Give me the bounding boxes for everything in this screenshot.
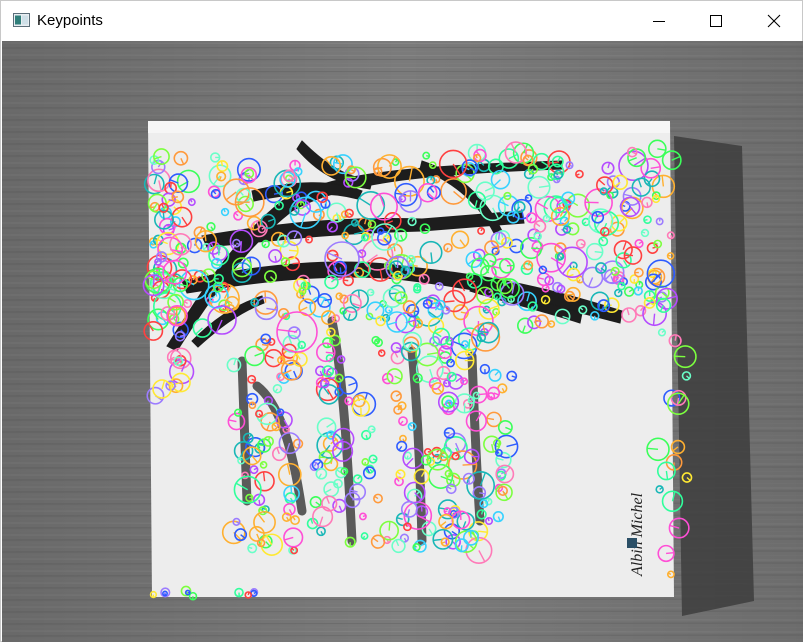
- keypoint-orientation: [426, 154, 430, 157]
- keypoint-orientation: [372, 458, 377, 461]
- opencv-window-icon: [13, 13, 30, 27]
- keypoint-orientation: [545, 215, 549, 219]
- keypoint-orientation: [377, 338, 380, 343]
- keypoint-orientation: [247, 591, 250, 596]
- keypoint-orientation: [281, 240, 285, 247]
- keypoint-orientation: [322, 196, 328, 199]
- keypoint-orientation: [258, 499, 261, 506]
- keypoint-orientation: [396, 346, 401, 350]
- keypoint-orientation: [377, 171, 380, 176]
- keypoints-window: Keypoints Albin Michel: [0, 0, 803, 642]
- keypoint-orientation: [612, 191, 618, 194]
- keypoint-orientation: [487, 498, 490, 502]
- keypoint-orientation: [286, 428, 290, 431]
- close-button[interactable]: [745, 1, 803, 41]
- keypoint-orientation: [179, 334, 185, 338]
- keypoint-orientation: [435, 179, 438, 183]
- keypoint-orientation: [445, 309, 450, 312]
- keypoint-orientation: [495, 296, 498, 300]
- keypoint-orientation: [417, 323, 420, 328]
- keypoint-orientation: [535, 319, 542, 323]
- keypoint-orientation: [497, 232, 501, 240]
- window-title: Keypoints: [37, 12, 103, 29]
- keypoint-orientation: [416, 285, 419, 290]
- keypoint-orientation: [665, 551, 674, 555]
- keypoint-orientation: [638, 281, 641, 285]
- keypoint-orientation: [460, 545, 463, 552]
- keypoint-orientation: [251, 402, 254, 406]
- book-shadow: [674, 136, 754, 616]
- book-author: Albin Michel: [629, 492, 646, 577]
- keypoint-orientation: [344, 234, 349, 237]
- minimize-button[interactable]: [630, 1, 688, 41]
- keypoint-orientation: [444, 300, 455, 303]
- keypoint-orientation: [478, 393, 487, 396]
- keypoint-orientation: [290, 486, 293, 494]
- keypoint-orientation: [261, 343, 268, 347]
- keypoint-orientation: [487, 517, 490, 522]
- minimize-icon: [653, 21, 665, 22]
- book-top-edge: [148, 121, 670, 133]
- keypoints-image: Albin Michel: [2, 41, 803, 642]
- keypoint-orientation: [388, 521, 391, 531]
- maximize-button[interactable]: [687, 1, 745, 41]
- keypoint-orientation: [637, 287, 640, 292]
- keypoint-orientation: [278, 409, 282, 413]
- keypoint-orientation: [594, 250, 603, 254]
- keypoint-orientation: [305, 238, 310, 241]
- keypoint-orientation: [647, 447, 659, 451]
- keypoint-orientation: [643, 218, 648, 222]
- keypoint-orientation: [400, 296, 407, 299]
- keypoint-orientation: [462, 463, 477, 466]
- keypoint-orientation: [404, 266, 407, 271]
- keypoint-orientation: [297, 167, 300, 172]
- keypoint-orientation: [247, 546, 253, 549]
- title-bar[interactable]: Keypoints: [1, 1, 802, 41]
- keypoint-orientation: [566, 293, 574, 296]
- keypoint-orientation: [164, 593, 167, 596]
- keypoint-orientation: [152, 274, 155, 286]
- keypoint-orientation: [548, 322, 552, 325]
- keypoint-orientation: [525, 196, 529, 199]
- close-icon: [767, 14, 781, 28]
- keypoint-orientation: [324, 203, 327, 209]
- publisher-logo: [627, 538, 637, 548]
- keypoint-orientation: [397, 275, 403, 277]
- keypoint-orientation: [430, 176, 433, 181]
- keypoint-orientation: [379, 316, 382, 322]
- keypoint-orientation: [289, 249, 298, 252]
- keypoint-orientation: [646, 202, 649, 208]
- keypoint-orientation: [667, 254, 671, 257]
- maximize-icon: [710, 15, 722, 27]
- keypoint-orientation: [479, 492, 486, 495]
- keypoint-orientation: [220, 160, 224, 167]
- keypoint-orientation: [257, 443, 265, 447]
- keypoint-orientation: [172, 196, 178, 199]
- keypoint-orientation: [362, 514, 367, 518]
- keypoint-orientation: [237, 411, 242, 414]
- keypoint-orientation: [169, 182, 172, 189]
- keypoint-orientation: [339, 267, 342, 274]
- keypoint-orientation: [444, 510, 448, 513]
- keypoint-orientation: [292, 262, 300, 265]
- keypoint-orientation: [443, 381, 448, 385]
